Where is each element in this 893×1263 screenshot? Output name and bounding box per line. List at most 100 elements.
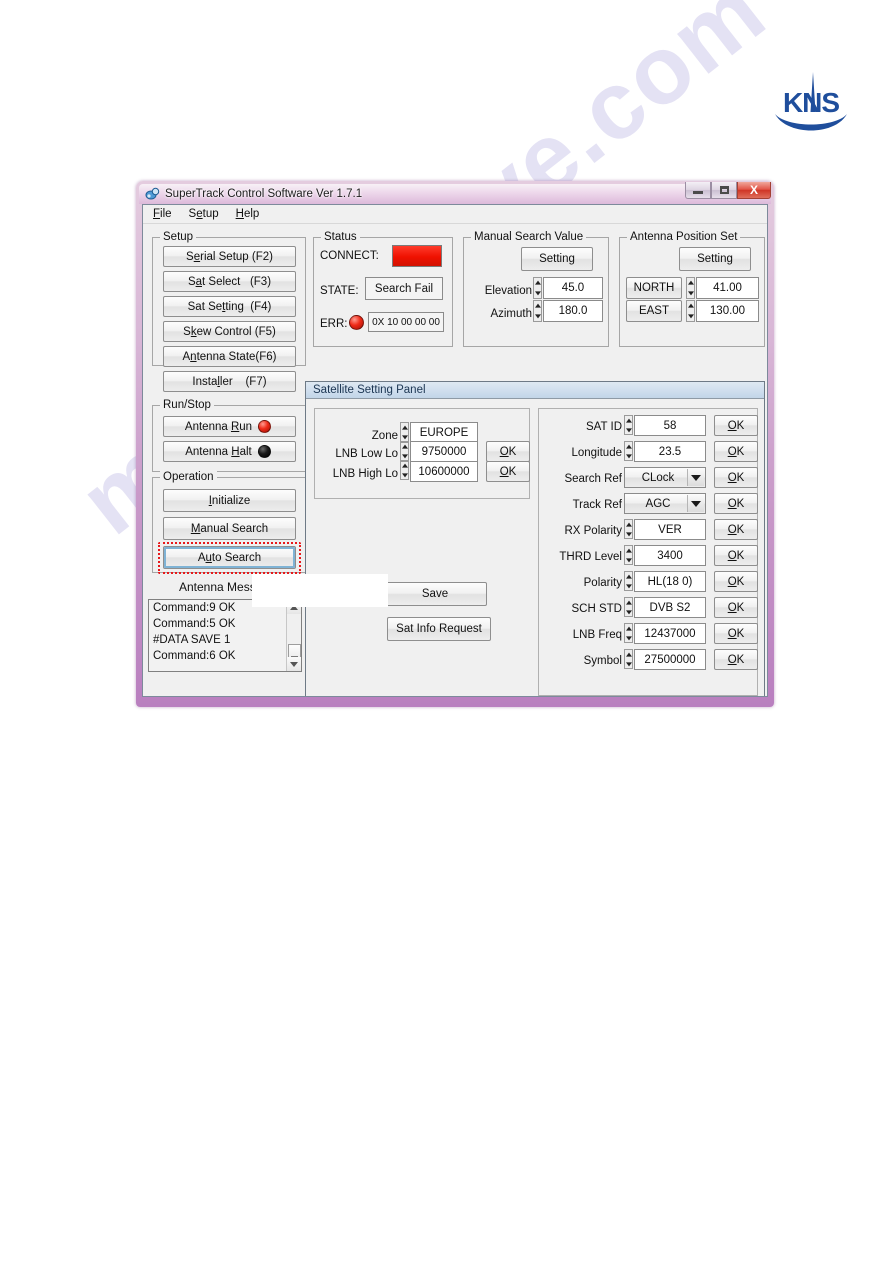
chevron-down-icon[interactable] [687, 495, 704, 512]
sch-std-spin-down-icon[interactable] [625, 607, 632, 616]
polarity-ok-button[interactable]: OK [714, 571, 758, 592]
longitude-spin-down-icon[interactable] [625, 451, 632, 460]
manual-search-button[interactable]: Manual Search [163, 517, 296, 540]
sch-std-spin-up-icon[interactable] [625, 598, 632, 607]
message-scrollbar[interactable] [286, 600, 301, 671]
auto-search-button[interactable]: Auto Search [163, 546, 296, 569]
lnb-freq-input[interactable]: 12437000 [634, 623, 706, 644]
menu-help[interactable]: Help [234, 207, 262, 221]
antenna-position-setting-button[interactable]: Setting [679, 247, 751, 271]
east-spin-down-icon[interactable] [687, 311, 694, 321]
sat-info-request-button[interactable]: Sat Info Request [387, 617, 491, 641]
longitude-input[interactable]: 23.5 [634, 441, 706, 462]
symbol-spinner[interactable] [624, 649, 633, 669]
rx-polarity-spin-up-icon[interactable] [625, 520, 632, 529]
search-ref-ok-button[interactable]: OK [714, 467, 758, 488]
zone-spinner[interactable] [400, 422, 409, 442]
lnb-low-spin-down-icon[interactable] [401, 452, 408, 461]
rx-polarity-input[interactable]: VER [634, 519, 706, 540]
lnb-freq-spin-down-icon[interactable] [625, 633, 632, 642]
east-button[interactable]: EAST [626, 300, 682, 322]
east-spin-up-icon[interactable] [687, 301, 694, 311]
lnb-high-spin-up-icon[interactable] [401, 462, 408, 471]
zone-spin-down-icon[interactable] [401, 432, 408, 441]
elevation-input[interactable]: 45.0 [543, 277, 603, 299]
azimuth-spinner[interactable] [533, 300, 542, 322]
maximize-button[interactable] [711, 182, 737, 199]
north-spin-up-icon[interactable] [687, 278, 694, 288]
title-bar[interactable]: SuperTrack Control Software Ver 1.7.1 X [139, 182, 771, 204]
menu-file[interactable]: File [151, 207, 174, 221]
polarity-spinner[interactable] [624, 571, 633, 591]
sch-std-input[interactable]: DVB S2 [634, 597, 706, 618]
north-spinner[interactable] [686, 277, 695, 299]
sch-std-ok-button[interactable]: OK [714, 597, 758, 618]
lnb-low-spin-up-icon[interactable] [401, 443, 408, 452]
antenna-state-button[interactable]: Antenna State(F6) [163, 346, 296, 367]
zone-spin-up-icon[interactable] [401, 423, 408, 432]
symbol-ok-button[interactable]: OK [714, 649, 758, 670]
close-button[interactable]: X [737, 182, 771, 199]
search-ref-select[interactable]: CLock [624, 467, 706, 488]
longitude-spinner[interactable] [624, 441, 633, 461]
elevation-spin-up-icon[interactable] [534, 278, 541, 288]
menu-setup[interactable]: Setup [187, 207, 221, 221]
polarity-spin-up-icon[interactable] [625, 572, 632, 581]
east-spinner[interactable] [686, 300, 695, 322]
chevron-down-icon[interactable] [687, 469, 704, 486]
north-value-input[interactable]: 41.00 [696, 277, 759, 299]
sat-id-input[interactable]: 58 [634, 415, 706, 436]
elevation-spinner[interactable] [533, 277, 542, 299]
thrd-level-spin-up-icon[interactable] [625, 546, 632, 555]
thrd-level-input[interactable]: 3400 [634, 545, 706, 566]
north-button[interactable]: NORTH [626, 277, 682, 299]
lnb-low-lo-input[interactable]: 9750000 [410, 441, 478, 462]
antenna-run-button[interactable]: Antenna Run [163, 416, 296, 437]
elevation-spin-down-icon[interactable] [534, 288, 541, 298]
sat-id-ok-button[interactable]: OK [714, 415, 758, 436]
lnb-freq-ok-button[interactable]: OK [714, 623, 758, 644]
track-ref-ok-button[interactable]: OK [714, 493, 758, 514]
rx-polarity-spinner[interactable] [624, 519, 633, 539]
thrd-level-spin-down-icon[interactable] [625, 555, 632, 564]
lnb-high-spin-down-icon[interactable] [401, 471, 408, 480]
azimuth-spin-up-icon[interactable] [534, 301, 541, 311]
symbol-spin-down-icon[interactable] [625, 659, 632, 668]
symbol-spin-up-icon[interactable] [625, 650, 632, 659]
lnb-high-lo-spinner[interactable] [400, 461, 409, 480]
polarity-spin-down-icon[interactable] [625, 581, 632, 590]
north-spin-down-icon[interactable] [687, 288, 694, 298]
lnb-high-lo-ok-button[interactable]: OK [486, 461, 530, 482]
sat-select-button[interactable]: Sat Select (F3) [163, 271, 296, 292]
rx-polarity-ok-button[interactable]: OK [714, 519, 758, 540]
lnb-low-lo-spinner[interactable] [400, 442, 409, 461]
sat-id-spin-up-icon[interactable] [625, 416, 632, 425]
skew-control-button[interactable]: Skew Control (F5) [163, 321, 296, 342]
polarity-input[interactable]: HL(18 0) [634, 571, 706, 592]
serial-setup-button[interactable]: Serial Setup (F2) [163, 246, 296, 267]
save-button[interactable]: Save [383, 582, 487, 606]
manual-search-setting-button[interactable]: Setting [521, 247, 593, 271]
longitude-ok-button[interactable]: OK [714, 441, 758, 462]
thrd-level-ok-button[interactable]: OK [714, 545, 758, 566]
lnb-freq-spinner[interactable] [624, 623, 633, 643]
azimuth-spin-down-icon[interactable] [534, 311, 541, 321]
scroll-down-icon[interactable] [286, 657, 301, 671]
antenna-halt-button[interactable]: Antenna Halt [163, 441, 296, 462]
sat-id-spin-down-icon[interactable] [625, 425, 632, 434]
azimuth-input[interactable]: 180.0 [543, 300, 603, 322]
sch-std-spinner[interactable] [624, 597, 633, 617]
track-ref-select[interactable]: AGC [624, 493, 706, 514]
thrd-level-spinner[interactable] [624, 545, 633, 565]
rx-polarity-spin-down-icon[interactable] [625, 529, 632, 538]
symbol-input[interactable]: 27500000 [634, 649, 706, 670]
minimize-button[interactable] [685, 182, 711, 199]
lnb-freq-spin-up-icon[interactable] [625, 624, 632, 633]
sat-setting-button[interactable]: Sat Setting (F4) [163, 296, 296, 317]
initialize-button[interactable]: Initialize [163, 489, 296, 512]
lnb-low-lo-ok-button[interactable]: OK [486, 441, 530, 462]
east-value-input[interactable]: 130.00 [696, 300, 759, 322]
lnb-high-lo-input[interactable]: 10600000 [410, 461, 478, 482]
sat-id-spinner[interactable] [624, 415, 633, 435]
longitude-spin-up-icon[interactable] [625, 442, 632, 451]
